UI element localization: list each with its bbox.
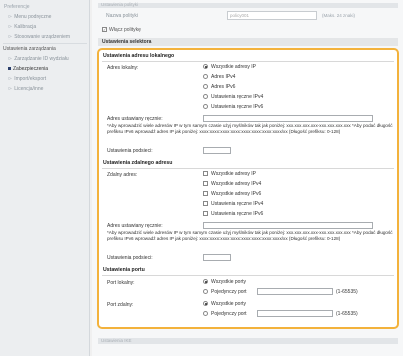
checkbox-icon[interactable] — [203, 171, 208, 177]
remote-port-range: (1-65535) — [336, 311, 358, 317]
local-port-all[interactable]: Wszystkie porty — [203, 279, 246, 285]
remote-subnet-input[interactable] — [203, 254, 231, 261]
selector-settings-panel: Ustawienia adresu lokalnego Adres lokaln… — [97, 48, 399, 329]
remote-subnet-label: Ustawienia podsieci: — [107, 255, 153, 261]
remote-option-manual-ipv6[interactable]: Ustawienia ręczne IPv6 — [203, 211, 263, 217]
local-subnet-label: Ustawienia podsieci: — [107, 148, 153, 154]
sidebar: Preferencje ⊳ Menu podręczne ⊳ Kalibracja … — [0, 0, 90, 356]
local-address-note: *Aby wprowadzić wiele adresów IP w tym s… — [107, 123, 393, 134]
local-option-manual-ipv6[interactable]: Ustawienia ręczne IPv6 — [203, 104, 263, 110]
local-port-range: (1-65535) — [336, 289, 358, 295]
remote-port-single[interactable]: Pojedynczy port — [203, 311, 247, 317]
sidebar-item-license[interactable]: ⊳ Licencja/inne — [8, 86, 43, 92]
selector-settings-heading: Ustawienia selektora — [98, 38, 398, 46]
active-bullet-icon — [8, 67, 11, 71]
radio-icon[interactable] — [203, 74, 208, 80]
radio-selected-icon[interactable] — [203, 64, 208, 70]
sidebar-item-dept-id[interactable]: ⊳ Zarządzanie ID wydziału — [8, 56, 69, 62]
divider — [102, 275, 394, 276]
remote-port-label: Port zdalny: — [107, 302, 134, 308]
sidebar-item-menu[interactable]: ⊳ Menu podręczne — [8, 14, 51, 20]
sidebar-item-calibration[interactable]: ⊳ Kalibracja — [8, 24, 36, 30]
sidebar-heading: Preferencje — [4, 4, 30, 10]
policy-name-hint: (Maks. 24 znaki) — [322, 13, 356, 18]
radio-icon[interactable] — [203, 104, 208, 110]
remote-address-label: Zdalny adres: — [107, 172, 138, 178]
enable-policy-row[interactable]: ✓ Włącz politykę — [102, 27, 141, 33]
chevron-right-icon: ⊳ — [8, 14, 13, 20]
local-address-label: Adres lokalny: — [107, 65, 139, 71]
radio-icon[interactable] — [203, 84, 208, 90]
sidebar-item-import-export[interactable]: ⊳ Import/eksport — [8, 76, 46, 82]
policy-name-input[interactable]: policy001 — [227, 11, 317, 20]
sidebar-item-device[interactable]: ⊳ Stosowanie urządzeniem — [8, 34, 70, 40]
chevron-right-icon: ⊳ — [8, 34, 13, 40]
radio-selected-icon[interactable] — [203, 301, 208, 307]
divider — [102, 168, 394, 169]
sidebar-divider — [3, 43, 87, 44]
remote-port-input[interactable] — [257, 310, 333, 317]
local-manual-label: Adres ustawiany ręcznie: — [107, 116, 163, 122]
radio-icon[interactable] — [203, 311, 208, 317]
checkbox-icon[interactable] — [203, 181, 208, 187]
remote-option-manual-ipv4[interactable]: Ustawienia ręczne IPv4 — [203, 201, 263, 207]
local-port-input[interactable] — [257, 288, 333, 295]
remote-address-note: *Aby wprowadzić wiele adresów IP w tym s… — [107, 230, 393, 241]
local-subnet-input[interactable] — [203, 147, 231, 154]
chevron-right-icon: ⊳ — [8, 86, 13, 92]
local-option-ipv4[interactable]: Adres IPv4 — [203, 74, 235, 80]
remote-option-all-ipv6[interactable]: Wszystkie adresy IPv6 — [203, 191, 261, 197]
chevron-right-icon: ⊳ — [8, 24, 13, 30]
remote-port-all[interactable]: Wszystkie porty — [203, 301, 246, 307]
local-port-single[interactable]: Pojedynczy port — [203, 289, 247, 295]
chevron-right-icon: ⊳ — [8, 56, 13, 62]
enable-policy-checkbox[interactable]: ✓ — [102, 27, 107, 33]
radio-icon[interactable] — [203, 289, 208, 295]
remote-manual-label: Adres ustawiany ręcznie: — [107, 223, 163, 229]
port-settings-title: Ustawienia portu — [103, 267, 145, 273]
radio-icon[interactable] — [203, 94, 208, 100]
local-address-title: Ustawienia adresu lokalnego — [103, 53, 175, 59]
policy-settings-band: Ustawienia polityki — [98, 2, 398, 8]
chevron-right-icon: ⊳ — [8, 76, 13, 82]
local-option-ipv6[interactable]: Adres IPv6 — [203, 84, 235, 90]
remote-option-all-ipv4[interactable]: Wszystkie adresy IPv4 — [203, 181, 261, 187]
sidebar-section-title: Ustawienia zarządzania — [3, 46, 56, 52]
remote-address-title: Ustawienia zdalnego adresu — [103, 160, 173, 166]
main-content: Ustawienia polityki Nazwa polityki polic… — [92, 0, 403, 356]
local-option-manual-ipv4[interactable]: Ustawienia ręczne IPv4 — [203, 94, 263, 100]
radio-selected-icon[interactable] — [203, 279, 208, 285]
remote-option-all-ip[interactable]: Wszystkie adresy IP — [203, 171, 256, 177]
sidebar-item-security[interactable]: Zabezpieczenia — [8, 66, 48, 72]
checkbox-icon[interactable] — [203, 201, 208, 207]
local-option-all-ip[interactable]: Wszystkie adresy IP — [203, 64, 256, 70]
remote-manual-address-input[interactable] — [203, 222, 373, 229]
divider — [102, 61, 394, 62]
ike-settings-band: Ustawienia IKE — [98, 338, 398, 344]
checkbox-icon[interactable] — [203, 211, 208, 217]
local-port-label: Port lokalny: — [107, 280, 135, 286]
checkbox-icon[interactable] — [203, 191, 208, 197]
policy-name-label: Nazwa polityki — [106, 13, 138, 19]
local-manual-address-input[interactable] — [203, 115, 373, 122]
